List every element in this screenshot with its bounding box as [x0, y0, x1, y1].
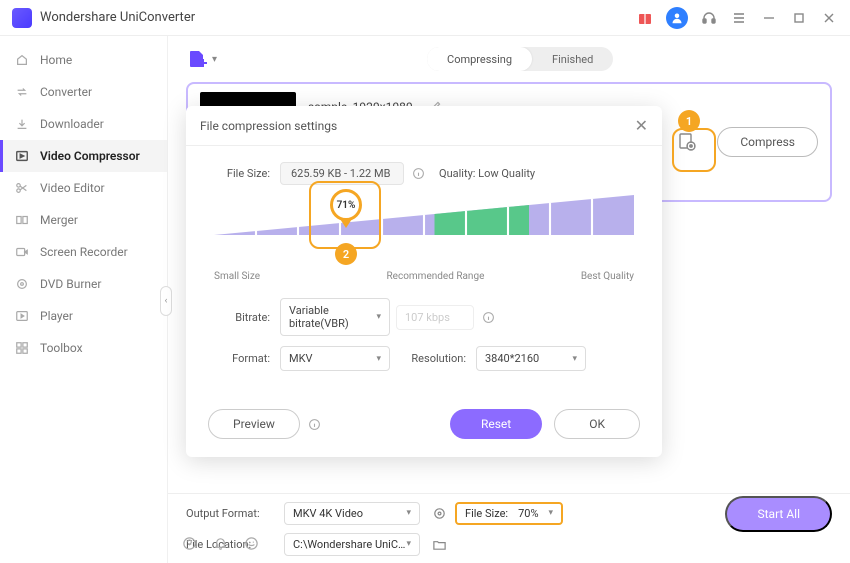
toolbar: ▾ Compressing Finished: [168, 36, 850, 82]
feedback-icon[interactable]: [244, 536, 259, 551]
close-button[interactable]: [820, 9, 838, 27]
app-logo-icon: [12, 8, 32, 28]
bell-icon[interactable]: [213, 536, 228, 551]
file-location-select[interactable]: C:\Wondershare UniConverter▾: [284, 533, 420, 556]
format-select[interactable]: MKV▾: [280, 346, 390, 371]
resolution-select[interactable]: 3840*2160▾: [476, 346, 586, 371]
callout-highlight-box: [672, 128, 716, 172]
minimize-button[interactable]: [760, 9, 778, 27]
compress-icon: [14, 148, 30, 164]
sidebar-item-label: Screen Recorder: [40, 245, 128, 259]
ok-button[interactable]: OK: [554, 409, 640, 439]
sidebar-item-compressor[interactable]: Video Compressor: [0, 140, 167, 172]
bitrate-label: Bitrate:: [214, 311, 270, 324]
output-filesize-value: 70%: [518, 507, 538, 520]
slider-min-label: Small Size: [214, 271, 260, 282]
slider-percent-value: 71%: [330, 189, 362, 221]
tab-compressing[interactable]: Compressing: [427, 47, 532, 71]
output-filesize-select[interactable]: File Size: 70% ▾: [455, 502, 563, 525]
merge-icon: [14, 212, 30, 228]
sidebar-item-label: Home: [40, 53, 72, 67]
sidebar-item-recorder[interactable]: Screen Recorder: [0, 236, 167, 268]
app-title: Wondershare UniConverter: [40, 10, 195, 25]
bitrate-kbps-input: 107 kbps: [396, 305, 474, 330]
disc-icon: [14, 276, 30, 292]
sidebar-item-label: Merger: [40, 213, 78, 227]
resolution-label: Resolution:: [396, 352, 466, 365]
sidebar-item-toolbox[interactable]: Toolbox: [0, 332, 167, 364]
filesize-label: File Size:: [214, 167, 270, 180]
preview-button[interactable]: Preview: [208, 409, 300, 439]
callout-badge-2: 2: [335, 243, 357, 265]
sidebar-item-label: Converter: [40, 85, 92, 99]
sidebar-item-label: Video Compressor: [40, 149, 140, 163]
converter-icon: [14, 84, 30, 100]
titlebar: Wondershare UniConverter: [0, 0, 850, 36]
output-format-select[interactable]: MKV 4K Video▾: [284, 502, 420, 525]
maximize-button[interactable]: [790, 9, 808, 27]
bitrate-select[interactable]: Variable bitrate(VBR)▾: [280, 298, 390, 336]
output-format-label: Output Format:: [186, 507, 276, 520]
sidebar-item-home[interactable]: Home: [0, 44, 167, 76]
sidebar-item-merger[interactable]: Merger: [0, 204, 167, 236]
filesize-info-icon[interactable]: [412, 167, 425, 180]
dialog-close-button[interactable]: ✕: [635, 116, 648, 135]
sidebar: Home Converter Downloader Video Compress…: [0, 36, 168, 563]
footer-icons: [182, 536, 259, 551]
bitrate-info-icon[interactable]: [482, 311, 495, 324]
app-window: Wondershare UniConverter: [0, 0, 850, 563]
add-file-button[interactable]: [186, 48, 208, 70]
sidebar-item-downloader[interactable]: Downloader: [0, 108, 167, 140]
bottom-bar: Output Format: MKV 4K Video▾ File Size: …: [168, 493, 850, 563]
sidebar-item-label: Toolbox: [40, 341, 83, 355]
tab-finished[interactable]: Finished: [532, 47, 613, 71]
output-filesize-label: File Size:: [465, 507, 508, 520]
scissors-icon: [14, 180, 30, 196]
quality-label: Quality: Low Quality: [439, 167, 535, 180]
compress-button[interactable]: Compress: [717, 127, 818, 157]
reset-button[interactable]: Reset: [450, 409, 542, 439]
start-all-button[interactable]: Start All: [725, 496, 832, 532]
toolbox-icon: [14, 340, 30, 356]
preview-info-icon[interactable]: [308, 418, 321, 431]
open-folder-icon[interactable]: [432, 537, 447, 552]
output-settings-icon[interactable]: [432, 506, 447, 521]
sidebar-item-dvd[interactable]: DVD Burner: [0, 268, 167, 300]
slider-rec-label: Recommended Range: [387, 271, 485, 282]
sidebar-item-player[interactable]: Player: [0, 300, 167, 332]
workarea: sample_1920x1080 1 Compress: [168, 82, 850, 493]
gift-icon[interactable]: [636, 9, 654, 27]
sidebar-item-converter[interactable]: Converter: [0, 76, 167, 108]
headset-icon[interactable]: [700, 9, 718, 27]
record-icon: [14, 244, 30, 260]
dropdown-caret-icon[interactable]: ▾: [212, 54, 217, 65]
slider-max-label: Best Quality: [581, 271, 634, 282]
content-area: ‹ ▾ Compressing Finished sample_1920x108…: [168, 36, 850, 563]
dialog-title: File compression settings: [200, 119, 337, 133]
callout-badge-1: 1: [678, 110, 700, 132]
sidebar-item-label: DVD Burner: [40, 277, 101, 291]
format-label: Format:: [214, 352, 270, 365]
help-icon[interactable]: [182, 536, 197, 551]
sidebar-item-label: Player: [40, 309, 73, 323]
user-avatar-icon[interactable]: [666, 7, 688, 29]
slider-handle[interactable]: 71%: [330, 189, 362, 229]
sidebar-item-editor[interactable]: Video Editor: [0, 172, 167, 204]
compression-slider[interactable]: 2 71%: [214, 195, 634, 265]
compression-settings-dialog: File compression settings ✕ File Size: 6…: [186, 106, 662, 457]
hamburger-menu-icon[interactable]: [730, 9, 748, 27]
play-icon: [14, 308, 30, 324]
sidebar-item-label: Video Editor: [40, 181, 105, 195]
home-icon: [14, 52, 30, 68]
sidebar-item-label: Downloader: [40, 117, 104, 131]
download-icon: [14, 116, 30, 132]
status-tabs: Compressing Finished: [427, 47, 613, 71]
